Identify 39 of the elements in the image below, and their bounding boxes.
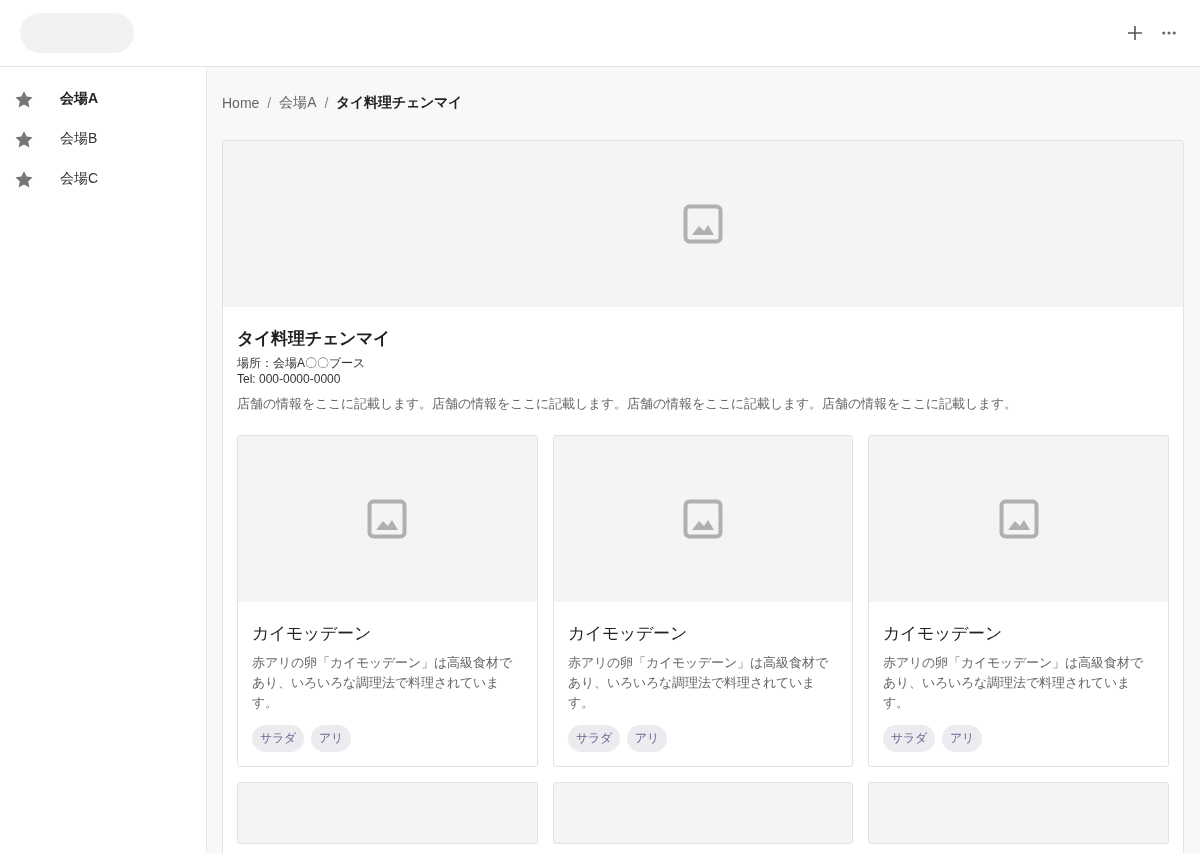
shop-description: 店舗の情報をここに記載します。店舗の情報をここに記載します。店舗の情報をここに記載します。店舗の情報をここに記載します。	[237, 395, 1018, 413]
tag: サラダ	[567, 725, 620, 752]
image-placeholder-icon	[683, 499, 723, 539]
more-icon	[1162, 31, 1176, 35]
card-title: カイモッデーン	[252, 623, 372, 645]
menu-card[interactable]	[552, 782, 854, 844]
shop-name: タイ料理チェンマイ	[237, 328, 391, 350]
tag: アリ	[626, 725, 667, 752]
menu-card[interactable]	[868, 782, 1169, 844]
image-placeholder-icon	[998, 499, 1039, 539]
card-text: 赤アリの卵「カイモッデーン」は高級食材であり、いろいろな調理法で料理されています。	[252, 654, 513, 712]
card-title: カイモッデーン	[567, 623, 688, 645]
plus-icon	[1128, 26, 1142, 40]
shop-location: 場所：会場A〇〇ブース	[237, 355, 366, 371]
tag: サラダ	[252, 725, 304, 752]
tag: アリ	[311, 725, 351, 752]
menu-card[interactable]: カイモッデーン 赤アリの卵「カイモッデーン」は高級食材であり、いろいろな調理法で料理されています。 サラダ アリ	[552, 435, 854, 767]
star-icon	[15, 130, 33, 148]
card-text: 赤アリの卵「カイモッデーン」は高級食材であり、いろいろな調理法で料理されています。	[567, 654, 829, 712]
menu-card[interactable]: カイモッデーン 赤アリの卵「カイモッデーン」は高級食材であり、いろいろな調理法で料理されています。 サラダ アリ	[237, 435, 538, 767]
breadcrumb-separator: /	[324, 95, 329, 111]
breadcrumb-link[interactable]: Home	[222, 95, 260, 111]
star-icon	[15, 170, 33, 188]
breadcrumb-current: タイ料理チェンマイ	[336, 94, 463, 112]
sidebar-item[interactable]: 会場C	[60, 170, 99, 188]
star-icon	[15, 90, 33, 108]
image-placeholder-icon	[683, 204, 723, 244]
image-placeholder-icon	[367, 499, 408, 539]
card-text: 赤アリの卵「カイモッデーン」は高級食材であり、いろいろな調理法で料理されています。	[883, 654, 1145, 712]
menu-card[interactable]	[237, 782, 538, 844]
card-title: カイモッデーン	[883, 623, 1004, 645]
breadcrumb-link[interactable]: 会場A	[279, 94, 317, 112]
shop-phone: Tel: 000-0000-0000	[237, 371, 342, 387]
tag: アリ	[942, 725, 983, 752]
breadcrumb-separator: /	[267, 95, 272, 111]
sidebar-item[interactable]: 会場B	[60, 130, 98, 148]
sidebar-item[interactable]: 会場A	[60, 90, 99, 108]
tag: サラダ	[883, 725, 936, 752]
menu-card[interactable]: カイモッデーン 赤アリの卵「カイモッデーン」は高級食材であり、いろいろな調理法で料理されています。 サラダ アリ	[868, 435, 1169, 767]
